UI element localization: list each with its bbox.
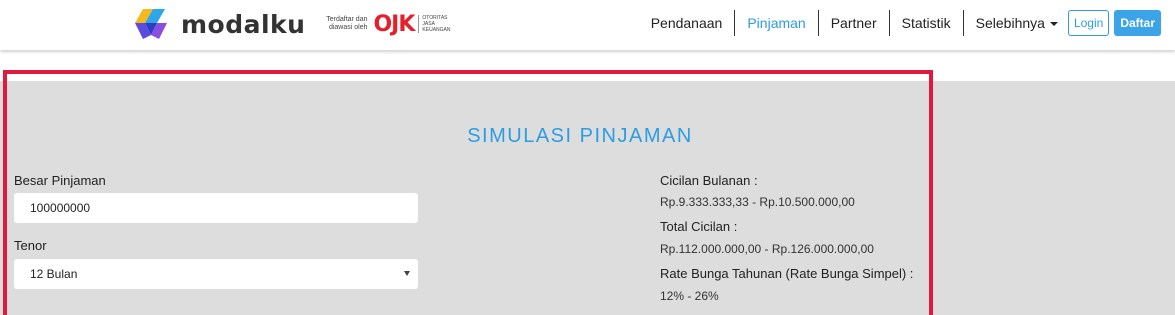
nav-pendanaan[interactable]: Pendanaan xyxy=(639,10,736,36)
login-button[interactable]: Login xyxy=(1067,10,1110,36)
ojk-caption: Terdaftar dan diawasi oleh xyxy=(326,16,368,31)
loan-amount-label: Besar Pinjaman xyxy=(14,173,106,188)
nav-partner[interactable]: Partner xyxy=(819,10,890,36)
nav-selebihnya-label: Selebihnya xyxy=(975,15,1045,31)
ojk-subtitle: OTORITAS JASA KEUANGAN xyxy=(418,15,456,33)
nav-statistik[interactable]: Statistik xyxy=(890,10,964,36)
ojk-mark: OJK xyxy=(373,11,415,37)
ojk-logo: OJK OTORITAS JASA KEUANGAN xyxy=(373,12,456,37)
total-installment-label: Total Cicilan : xyxy=(660,219,738,234)
tenor-label: Tenor xyxy=(14,238,47,253)
nav-selebihnya[interactable]: Selebihnya xyxy=(964,10,1066,36)
main-nav: Pendanaan Pinjaman Partner Statistik Sel… xyxy=(639,9,1175,37)
nav-pinjaman[interactable]: Pinjaman xyxy=(735,10,819,36)
monthly-installment-label: Cicilan Bulanan : xyxy=(660,173,758,188)
monthly-installment-value: Rp.9.333.333,33 - Rp.10.500.000,00 xyxy=(660,195,855,209)
interest-rate-label: Rate Bunga Tahunan (Rate Bunga Simpel) : xyxy=(660,266,914,281)
dropdown-arrow-icon xyxy=(404,271,410,276)
top-navbar: modalku Terdaftar dan diawasi oleh OJK O… xyxy=(0,0,1175,50)
brand-name: modalku xyxy=(181,9,306,39)
tenor-selected-value: 12 Bulan xyxy=(30,267,78,281)
simulation-title: SIMULASI PINJAMAN xyxy=(467,125,693,147)
register-button[interactable]: Daftar xyxy=(1114,10,1161,36)
chevron-down-icon xyxy=(1049,22,1058,27)
brand-logo[interactable]: modalku Terdaftar dan diawasi oleh OJK O… xyxy=(131,4,456,44)
interest-rate-value: 12% - 26% xyxy=(660,289,719,303)
loan-amount-input[interactable]: 100000000 xyxy=(14,193,418,223)
total-installment-value: Rp.112.000.000,00 - Rp.126.000.000,00 xyxy=(660,242,874,256)
tenor-select[interactable]: 12 Bulan xyxy=(14,259,418,289)
modalku-logo-icon xyxy=(135,9,167,39)
